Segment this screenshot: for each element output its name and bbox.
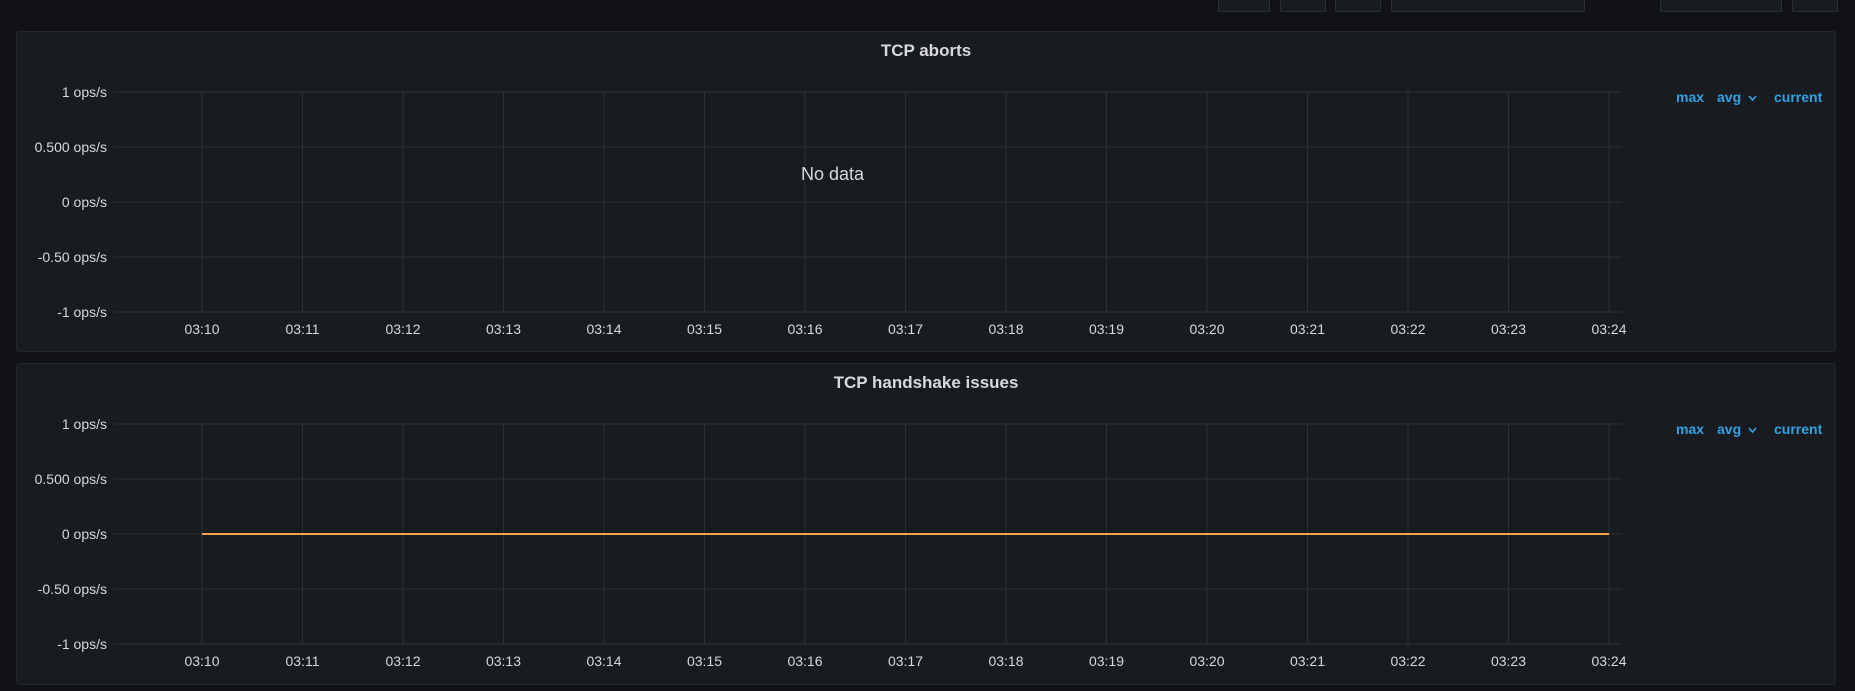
x-tick-label: 03:13 [486,321,521,337]
y-tick-label: 0.500 ops/s [35,139,107,155]
legend-avg-header[interactable]: avg [1717,421,1757,437]
dashboard-toolbar [0,0,1855,16]
x-tick-label: 03:20 [1189,653,1224,669]
x-tick-label: 03:24 [1591,321,1626,337]
legend-avg-label: avg [1717,89,1742,105]
x-tick-label: 03:13 [486,653,521,669]
x-tick-label: 03:19 [1089,653,1124,669]
x-tick-label: 03:10 [184,321,219,337]
y-tick-label: 1 ops/s [62,416,107,432]
x-tick-label: 03:23 [1491,653,1526,669]
y-tick-label: 0.500 ops/s [35,471,107,487]
x-tick-label: 03:14 [586,321,621,337]
x-tick-label: 03:15 [687,321,722,337]
x-tick-label: 03:20 [1189,321,1224,337]
x-tick-label: 03:17 [888,321,923,337]
y-tick-label: -0.50 ops/s [38,249,107,265]
refresh-button[interactable] [1660,0,1782,12]
x-tick-label: 03:16 [787,321,822,337]
y-tick-label: -0.50 ops/s [38,581,107,597]
graph: 1 ops/s 0.500 ops/s 0 ops/s -0.50 ops/s -1 o… [35,84,1627,337]
x-tick-label: 03:15 [687,653,722,669]
x-tick-label: 03:11 [286,653,320,669]
x-tick-label: 03:22 [1390,321,1425,337]
legend-max-header[interactable]: max [1676,89,1704,105]
x-tick-label: 03:23 [1491,321,1526,337]
y-tick-label: 1 ops/s [62,84,107,100]
legend-avg-header[interactable]: avg [1717,89,1757,105]
panel-tcp-handshake-issues[interactable]: TCP handshake issues 1 ops/s 0.500 ops/s 0… [16,363,1836,685]
y-tick-label: 0 ops/s [62,526,107,542]
x-tick-label: 03:12 [385,321,420,337]
legend-current-header[interactable]: current [1774,421,1822,437]
x-tick-label: 03:22 [1390,653,1425,669]
no-data-message: No data [801,164,865,184]
legend-avg-label: avg [1717,421,1742,437]
time-picker-button[interactable] [1391,0,1585,12]
x-tick-label: 03:18 [988,321,1023,337]
toolbar-button[interactable] [1280,0,1326,12]
x-tick-label: 03:19 [1089,321,1124,337]
x-tick-label: 03:12 [385,653,420,669]
graph: 1 ops/s 0.500 ops/s 0 ops/s -0.50 ops/s -1 o… [35,416,1627,669]
toolbar-button[interactable] [1218,0,1270,12]
y-tick-label: 0 ops/s [62,194,107,210]
legend-max-header[interactable]: max [1676,421,1704,437]
x-tick-label: 03:21 [1290,321,1325,337]
toolbar-button[interactable] [1792,0,1838,12]
toolbar-button[interactable] [1335,0,1381,12]
x-tick-label: 03:10 [184,653,219,669]
x-tick-label: 03:21 [1290,653,1325,669]
x-tick-label: 03:18 [988,653,1023,669]
y-tick-label: -1 ops/s [57,636,107,652]
chevron-down-icon [1748,427,1757,434]
x-tick-label: 03:11 [286,321,320,337]
x-tick-label: 03:16 [787,653,822,669]
chevron-down-icon [1748,95,1757,102]
y-tick-label: -1 ops/s [57,304,107,320]
x-tick-label: 03:24 [1591,653,1626,669]
panel-tcp-aborts[interactable]: TCP aborts 1 ops/s 0.500 ops/s 0 ops/s -0.5… [16,31,1836,352]
x-tick-label: 03:17 [888,653,923,669]
legend-current-header[interactable]: current [1774,89,1822,105]
x-tick-label: 03:14 [586,653,621,669]
